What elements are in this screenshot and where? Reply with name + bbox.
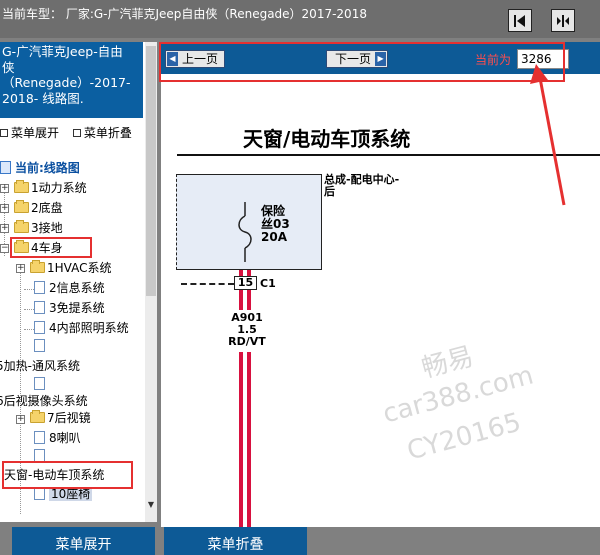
expand-toggle[interactable]: + <box>0 184 9 193</box>
fit-page-icon <box>557 14 569 27</box>
tree-item-label: 3免提系统 <box>49 301 105 315</box>
folder-icon <box>30 410 45 423</box>
expand-toggle[interactable]: + <box>0 224 9 233</box>
tree-item-label: 2底盘 <box>31 201 63 215</box>
tree-root-label: 当前:线路图 <box>15 161 80 175</box>
wire-label: A901 1.5 RD/VT <box>225 312 269 348</box>
expand-all-link[interactable]: 菜单展开 <box>0 124 59 141</box>
tree-item-label: 10座椅 <box>49 487 93 501</box>
expand-toggle[interactable]: + <box>16 415 25 424</box>
car-model-label: 当前车型： 厂家:G-广汽菲克Jeep自由侠（Renegade）2017-201… <box>2 7 367 21</box>
tree-item-ground[interactable]: 3接地 <box>14 220 63 236</box>
tree-item-chassis[interactable]: 2底盘 <box>14 200 63 216</box>
folder-icon <box>14 220 29 233</box>
fuse-symbol <box>238 202 252 262</box>
highlight-box <box>2 461 133 489</box>
collapse-menu-button[interactable]: 菜单折叠 <box>164 527 307 555</box>
expand-icon <box>0 129 8 137</box>
expand-all-label: 菜单展开 <box>11 126 60 140</box>
tree-item-label: 1HVAC系统 <box>47 261 112 275</box>
connector-label: C1 <box>260 277 276 290</box>
sidebar-title-line: 2018- 线路图. <box>2 90 84 106</box>
highlight-box <box>159 42 565 82</box>
annotation-arrow <box>530 64 566 206</box>
tree-item-hvac-doc <box>34 338 49 354</box>
collapse-icon <box>72 129 81 137</box>
scrollbar-thumb[interactable] <box>146 46 156 296</box>
folder-icon <box>14 200 29 213</box>
bottom-bar: 菜单展开 菜单折叠 <box>0 527 600 555</box>
tree-item-label: 4内部照明系统 <box>49 321 129 335</box>
collapse-toggle[interactable]: − <box>0 244 9 253</box>
tree-item-horn[interactable]: 8喇叭 <box>34 430 81 446</box>
document-icon <box>34 281 45 294</box>
sidebar-title: G-广汽菲克Jeep-自由 侠 （Renegade）-2017- 2018- 线… <box>0 42 143 118</box>
diagram-title: 天窗/电动车顶系统 <box>243 127 411 151</box>
wire-segment <box>239 290 251 310</box>
tree-item-label: 1动力系统 <box>31 181 87 195</box>
tree-item-label: 3接地 <box>31 221 63 235</box>
first-page-button[interactable] <box>508 9 532 32</box>
tree-item-interior-lighting[interactable]: 4内部照明系统 <box>34 320 129 336</box>
tree-item-label: 2信息系统 <box>49 281 105 295</box>
tree-line <box>24 289 34 290</box>
expand-toggle[interactable]: + <box>0 204 9 213</box>
document-icon <box>34 301 45 314</box>
menu-links: 菜单展开 菜单折叠 <box>0 124 143 142</box>
tree-item-powertrain[interactable]: 1动力系统 <box>14 180 87 196</box>
document-icon <box>34 431 45 444</box>
fit-page-button[interactable] <box>551 9 575 32</box>
document-icon <box>34 339 45 352</box>
wire-segment <box>239 352 251 527</box>
wire-label-line: RD/VT <box>228 335 266 348</box>
sidebar-title-line: 侠 <box>2 59 15 75</box>
box-dashed-edge <box>176 174 177 270</box>
tree-line <box>24 329 34 330</box>
panel-label-line: 总成-配电中心- <box>324 173 400 186</box>
folder-icon <box>14 180 29 193</box>
tree-item-label: 6后视摄像头系统 <box>0 394 88 408</box>
tree-item-camera-doc <box>34 376 49 392</box>
sidebar-scrollbar[interactable]: ▼ <box>145 42 157 522</box>
tree-root[interactable]: 当前:线路图 <box>0 160 80 176</box>
expand-menu-button[interactable]: 菜单展开 <box>12 527 155 555</box>
document-icon <box>34 321 45 334</box>
tree-item-label: 7后视镜 <box>47 411 91 425</box>
tree-item-label: 8喇叭 <box>49 431 81 445</box>
highlight-box <box>10 237 92 258</box>
collapse-all-link[interactable]: 菜单折叠 <box>72 124 132 141</box>
pin-number: 15 <box>234 276 257 290</box>
fuse-label-line: 20A <box>261 230 287 244</box>
tree-line <box>24 309 34 310</box>
tree-item-heating-ventilation[interactable]: 5加热-通风系统 <box>0 358 80 374</box>
expand-toggle[interactable]: + <box>16 264 25 273</box>
panel-label-line: 后 <box>324 185 335 198</box>
folder-icon <box>30 260 45 273</box>
sidebar-title-line: G-广汽菲克Jeep-自由 <box>2 44 123 59</box>
document-icon <box>34 377 45 390</box>
collapse-all-label: 菜单折叠 <box>83 126 132 140</box>
sidebar-title-line: （Renegade）-2017- <box>2 75 131 90</box>
fuse-label: 保险 丝03 20A <box>261 205 290 244</box>
tree-item-info[interactable]: 2信息系统 <box>34 280 105 296</box>
tree-item-rear-camera[interactable]: 6后视摄像头系统 <box>0 393 88 409</box>
tree-item-mirrors[interactable]: 7后视镜 <box>30 410 91 426</box>
first-page-icon <box>514 14 525 27</box>
panel-label: 总成-配电中心- 后 <box>324 174 399 198</box>
tree-item-label: 5加热-通风系统 <box>0 359 80 373</box>
tree-item-handsfree[interactable]: 3免提系统 <box>34 300 105 316</box>
tree-item-hvac[interactable]: 1HVAC系统 <box>30 260 111 276</box>
sidebar: G-广汽菲克Jeep-自由 侠 （Renegade）-2017- 2018- 线… <box>0 42 157 522</box>
top-bar: 当前车型： 厂家:G-广汽菲克Jeep自由侠（Renegade）2017-201… <box>0 0 600 38</box>
document-icon <box>0 161 11 174</box>
scroll-down-arrow[interactable]: ▼ <box>146 500 156 516</box>
dashed-wire <box>181 283 234 285</box>
